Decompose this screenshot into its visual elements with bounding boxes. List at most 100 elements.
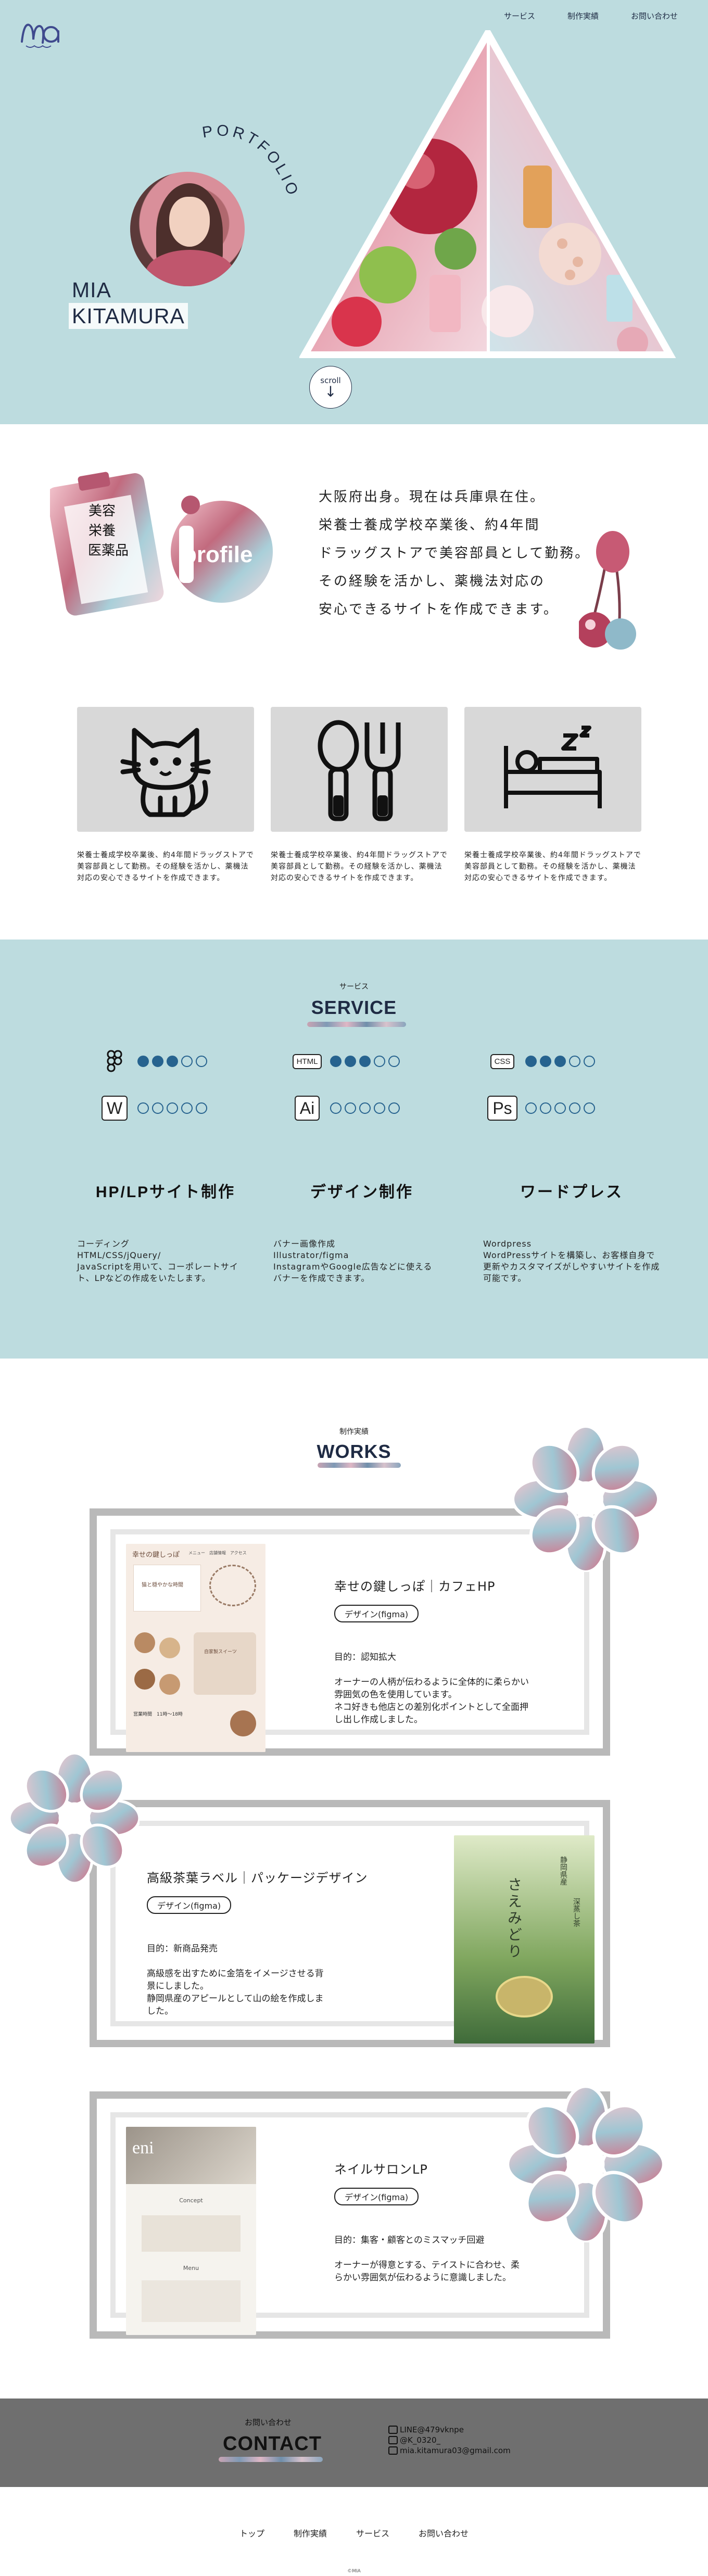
profile-art-word: 医薬品: [88, 543, 129, 559]
skill-dot: [196, 1056, 207, 1067]
cherry-decoration: [579, 531, 636, 650]
work-tag: デザイン(figma): [147, 1896, 232, 1914]
feature-desc: 栄養士養成学校卒業後、約4年間ドラッグストアで美容部員として勤務。その経験を活か…: [77, 851, 254, 882]
skill-dot: [181, 1056, 193, 1067]
profile-illustration: profile 美容 栄養 医薬品: [50, 472, 273, 616]
profile-line: その経験を活かし、薬機法対応の: [319, 574, 546, 589]
thumb-info: 営業時間 11時～18時: [133, 1712, 183, 1717]
contact-x[interactable]: @K_0320_: [388, 2435, 511, 2445]
skill-dot: [569, 1056, 580, 1067]
nav-works[interactable]: 制作実績: [567, 10, 599, 21]
skill-dot: [540, 1102, 551, 1114]
works-title-underline: [318, 1463, 401, 1468]
service-title: SERVICE: [311, 997, 397, 1018]
skill-dot: [374, 1102, 385, 1114]
html-icon: HTML: [292, 1049, 322, 1074]
contact-line[interactable]: LINE@479vknpe: [388, 2425, 511, 2435]
work-card[interactable]: 高級茶葉ラベル｜パッケージデザイン デザイン(figma) 目的：新商品発売 高…: [90, 1800, 610, 2047]
thumb-menu: 自家製スイーツ: [204, 1649, 237, 1655]
skill-dot: [525, 1056, 537, 1067]
feature-card: 栄養士養成学校卒業後、約4年間ドラッグストアで美容部員として勤務。その経験を活か…: [271, 707, 448, 884]
line-icon: [388, 2426, 398, 2434]
feature-image: [271, 707, 448, 832]
work-goal: 目的：認知拡大: [334, 1652, 396, 1663]
service-column: HP/LPサイト制作 コーディング HTML/CSS/jQuery/ JavaS…: [77, 1179, 254, 1284]
work-thumbnail[interactable]: 幸せの鍵しっぽ メニュー 店舗情報 アクセス 猫と穏やかな時間 自家製スイーツ …: [126, 1544, 266, 1752]
nav-contact[interactable]: お問い合わせ: [631, 10, 678, 21]
skill-figma: [102, 1049, 207, 1074]
skill-level: [137, 1102, 207, 1114]
profile-line: 大阪府出身。現在は兵庫県在住。: [319, 489, 546, 505]
skill-dot: [525, 1102, 537, 1114]
work-desc: オーナーの人柄が伝わるように全体的に柔らかい 雰囲気の色を使用しています。 ネコ…: [334, 1677, 529, 1725]
skill-css: CSS: [490, 1049, 595, 1074]
sleep-icon: [504, 726, 602, 808]
skill-dot: [584, 1056, 595, 1067]
skill-dot: [584, 1102, 595, 1114]
spoon-fork-icon: [318, 720, 401, 821]
global-nav: サービス 制作実績 お問い合わせ: [504, 10, 678, 21]
thumb-title: eni: [132, 2138, 154, 2158]
thumb-sub2: 深蒸し茶: [572, 1898, 580, 1927]
footer-nav: トップ 制作実績 サービス お問い合わせ: [0, 2527, 708, 2539]
scroll-button[interactable]: scroll ↓: [309, 366, 352, 409]
footer-nav-contact[interactable]: お問い合わせ: [419, 2527, 469, 2539]
name-last: KITAMURA: [69, 303, 188, 329]
service-column: ワードプレス Wordpress WordPressサイトを構築し、お客様自身で…: [483, 1179, 660, 1284]
feature-desc: 栄養士養成学校卒業後、約4年間ドラッグストアで美容部員として勤務。その経験を活か…: [271, 851, 448, 882]
service-column: デザイン制作 バナー画像作成 Illustrator/figma Instagr…: [273, 1179, 450, 1284]
thumb-sub1: 静岡県産: [559, 1856, 567, 1885]
skill-dot: [388, 1102, 400, 1114]
name-first: MIA: [72, 278, 111, 302]
illustrator-icon: Ai: [294, 1096, 320, 1121]
photoshop-icon-label: Ps: [487, 1096, 517, 1121]
service-column-desc: Wordpress WordPressサイトを構築し、お客様自身で更新やカスタマ…: [483, 1239, 660, 1283]
flower-decoration: [9, 1753, 140, 1883]
contact-title-underline: [219, 2457, 323, 2462]
profile-line: 安心できるサイトを作成できます。: [319, 602, 559, 617]
html-icon-label: HTML: [292, 1054, 322, 1069]
work-info: 幸せの鍵しっぽ｜カフェHP デザイン(figma) 目的：認知拡大 オーナーの人…: [334, 1576, 584, 1726]
nav-service[interactable]: サービス: [504, 10, 535, 21]
profile-art-label: profile: [183, 542, 252, 567]
skill-photoshop: Ps: [487, 1096, 595, 1121]
service-column-title: ワードプレス: [520, 1184, 623, 1201]
arrow-down-icon: ↓: [324, 383, 337, 400]
thumb-title: 幸せの鍵しっぽ: [132, 1551, 180, 1559]
work-goal: 目的：新商品発売: [147, 1944, 218, 1954]
skill-dot: [167, 1056, 178, 1067]
skill-dot: [137, 1056, 149, 1067]
contact-list: LINE@479vknpe @K_0320_ mia.kitamura03@gm…: [388, 2425, 511, 2456]
service-section: サービス SERVICE HTML CSS W Ai Ps HP/LPサイト制作…: [0, 940, 708, 1359]
skill-dot: [374, 1056, 385, 1067]
footer-nav-top[interactable]: トップ: [239, 2527, 264, 2539]
work-desc: オーナーが得意とする、テイストに合わせ、柔 らかい雰囲気が伝わるように意識しまし…: [334, 2260, 520, 2283]
photoshop-icon: Ps: [487, 1096, 517, 1121]
hero-section: サービス 制作実績 お問い合わせ PORTFOLIO MIA KITAMURA: [0, 0, 708, 424]
figma-icon: [102, 1049, 127, 1074]
skill-word: W: [101, 1096, 207, 1121]
service-title-underline: [307, 1022, 406, 1027]
skill-dot: [345, 1056, 356, 1067]
site-logo[interactable]: [18, 16, 65, 52]
skill-level: [137, 1056, 207, 1067]
footer-nav-works[interactable]: 制作実績: [294, 2527, 327, 2539]
profile-line: 栄養士養成学校卒業後、約4年間: [319, 517, 540, 533]
work-desc: 高級感を出すために金箔をイメージさせる背 景にしました。 静岡県産のアピールとし…: [147, 1969, 324, 2016]
footer-nav-service[interactable]: サービス: [356, 2527, 389, 2539]
contact-mail[interactable]: mia.kitamura03@gmail.com: [388, 2445, 511, 2456]
skill-dot: [388, 1056, 400, 1067]
skill-dot: [359, 1056, 371, 1067]
work-thumbnail[interactable]: さえみどり 静岡県産 深蒸し茶: [454, 1835, 595, 2044]
skill-level: [525, 1102, 595, 1114]
skill-level: [525, 1056, 595, 1067]
work-thumbnail[interactable]: eni Concept Menu: [126, 2127, 256, 2335]
work-tag: デザイン(figma): [334, 2188, 419, 2205]
work-tag: デザイン(figma): [334, 1605, 419, 1622]
skill-dot: [152, 1056, 163, 1067]
feature-card: 栄養士養成学校卒業後、約4年間ドラッグストアで美容部員として勤務。その経験を活か…: [77, 707, 254, 884]
skill-dot: [554, 1102, 566, 1114]
feature-desc: 栄養士養成学校卒業後、約4年間ドラッグストアで美容部員として勤務。その経験を活か…: [464, 851, 641, 882]
profile-art-word: 美容: [88, 503, 116, 519]
work-title: 高級茶葉ラベル｜パッケージデザイン: [147, 1871, 368, 1885]
